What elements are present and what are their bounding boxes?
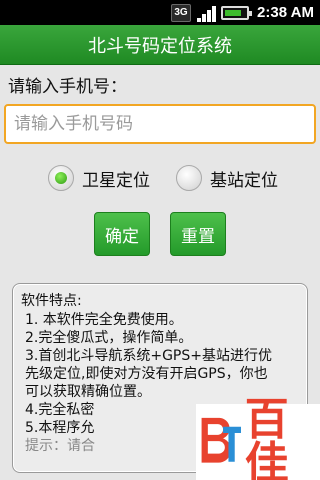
info-line: 3.首创北斗导航系统+GPS+基站进行优	[25, 348, 272, 364]
watermark: 百佳	[196, 398, 320, 480]
radio-selected-icon	[48, 165, 74, 191]
phone-input[interactable]	[4, 104, 316, 144]
reset-button[interactable]: 重置	[170, 212, 226, 256]
watermark-logo-icon	[201, 417, 241, 463]
signal-icon	[195, 4, 217, 22]
info-title: 软件特点:	[21, 293, 82, 309]
watermark-text: 百佳	[244, 394, 289, 480]
radio-base-station[interactable]: 基站定位	[176, 165, 278, 191]
info-line: 1. 本软件完全免费使用。	[25, 312, 183, 328]
locate-mode-radio-group: 卫星定位 基站定位	[48, 165, 278, 191]
radio-base-station-label: 基站定位	[210, 170, 278, 191]
radio-unselected-icon	[176, 165, 202, 191]
confirm-button[interactable]: 确定	[94, 212, 150, 256]
phone-label: 请输入手机号：	[8, 77, 127, 97]
title-bar: 北斗号码定位系统	[0, 25, 320, 65]
status-time: 2:38 AM	[257, 4, 314, 21]
3g-icon: 3G	[171, 3, 192, 22]
radio-satellite[interactable]: 卫星定位	[48, 165, 150, 191]
info-line: 先级定位,即使对方没有开启GPS，你也	[25, 366, 268, 382]
status-bar: 3G 2:38 AM	[0, 0, 320, 25]
app-title: 北斗号码定位系统	[88, 35, 232, 57]
radio-dot-icon	[55, 172, 67, 184]
info-line: 2.完全傻瓜式，操作简单。	[25, 330, 193, 346]
radio-satellite-label: 卫星定位	[82, 170, 150, 191]
battery-icon	[221, 5, 253, 20]
